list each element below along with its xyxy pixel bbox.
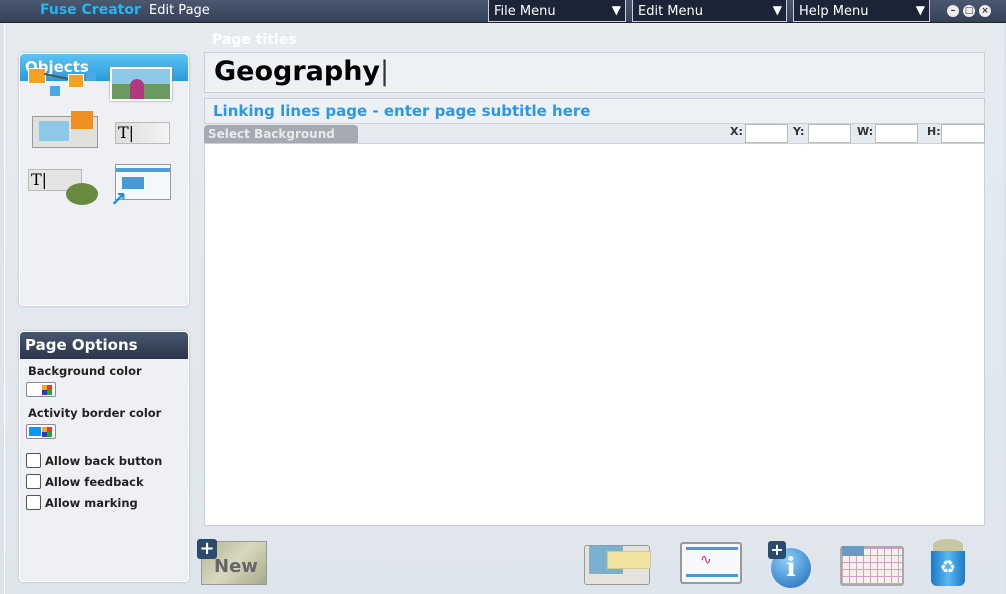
x-input[interactable] bbox=[745, 124, 788, 143]
page-options-title: Page Options bbox=[20, 332, 188, 359]
minimize-icon[interactable]: – bbox=[947, 5, 959, 17]
objects-panel: Objects T| T| ↗ bbox=[19, 53, 189, 306]
page-title-value: Geography bbox=[214, 56, 381, 87]
page-titles-label: Page titles bbox=[212, 32, 297, 48]
text-field-icon[interactable]: T| bbox=[115, 122, 170, 144]
image-hotspot-icon[interactable] bbox=[110, 67, 172, 101]
recycle-bin-icon[interactable]: ♻ bbox=[931, 539, 965, 586]
page-options-panel: Page Options Background color Activity b… bbox=[19, 331, 189, 582]
close-icon[interactable]: × bbox=[979, 5, 991, 17]
allow-back-button-label: Allow back button bbox=[45, 454, 163, 468]
background-color-label: Background color bbox=[28, 364, 142, 378]
maximize-icon[interactable]: □ bbox=[963, 5, 975, 17]
chevron-down-icon: ▼ bbox=[915, 3, 925, 17]
background-color-picker[interactable] bbox=[26, 382, 56, 397]
palette-icon bbox=[42, 385, 52, 395]
h-label: H: bbox=[927, 125, 941, 138]
palette-icon bbox=[42, 427, 52, 437]
help-menu[interactable]: Help Menu ▼ bbox=[793, 0, 930, 22]
image-card-icon[interactable] bbox=[32, 111, 98, 148]
new-label: New bbox=[214, 556, 258, 577]
text-click-icon[interactable]: T| bbox=[28, 169, 98, 209]
new-page-button[interactable]: + New bbox=[197, 539, 267, 585]
allow-marking-label: Allow marking bbox=[45, 496, 138, 510]
page-title-input[interactable]: Geography| bbox=[204, 52, 985, 93]
page-canvas[interactable] bbox=[204, 143, 985, 526]
chevron-down-icon: ▼ bbox=[611, 3, 621, 17]
allow-feedback-label: Allow feedback bbox=[45, 475, 144, 489]
allow-marking-checkbox[interactable] bbox=[26, 495, 41, 510]
page-subtitle-value: Linking lines page - enter page subtitle… bbox=[213, 102, 591, 120]
slide-preview-icon[interactable]: ∿ bbox=[680, 542, 742, 584]
file-menu-label: File Menu bbox=[494, 4, 556, 19]
slide-link-icon[interactable]: ↗ bbox=[110, 164, 171, 211]
page-mode: Edit Page bbox=[149, 3, 210, 18]
allow-back-button-checkbox[interactable] bbox=[26, 453, 41, 468]
border-color-label: Activity border color bbox=[28, 406, 162, 420]
y-label: Y: bbox=[793, 125, 805, 138]
w-label: W: bbox=[857, 125, 874, 138]
file-menu[interactable]: File Menu ▼ bbox=[488, 0, 626, 22]
select-background-tab[interactable]: Select Background bbox=[204, 125, 358, 143]
border-color-picker[interactable] bbox=[26, 424, 56, 439]
layout-icon[interactable] bbox=[584, 545, 651, 585]
add-info-icon[interactable]: i + bbox=[768, 541, 811, 588]
help-menu-label: Help Menu bbox=[799, 4, 869, 19]
linking-lines-icon[interactable] bbox=[28, 66, 98, 102]
edit-menu[interactable]: Edit Menu ▼ bbox=[632, 0, 787, 22]
h-input[interactable] bbox=[941, 124, 985, 143]
allow-feedback-checkbox[interactable] bbox=[26, 474, 41, 489]
x-label: X: bbox=[730, 125, 743, 138]
y-input[interactable] bbox=[808, 124, 851, 143]
w-input[interactable] bbox=[875, 124, 918, 143]
grid-icon[interactable] bbox=[840, 546, 904, 586]
app-name: Fuse Creator bbox=[40, 2, 141, 18]
chevron-down-icon: ▼ bbox=[772, 3, 782, 17]
title-bar: Fuse Creator Edit Page File Menu ▼ Edit M… bbox=[0, 0, 1006, 23]
edit-menu-label: Edit Menu bbox=[638, 4, 703, 19]
page-subtitle-input[interactable]: Linking lines page - enter page subtitle… bbox=[204, 98, 985, 124]
